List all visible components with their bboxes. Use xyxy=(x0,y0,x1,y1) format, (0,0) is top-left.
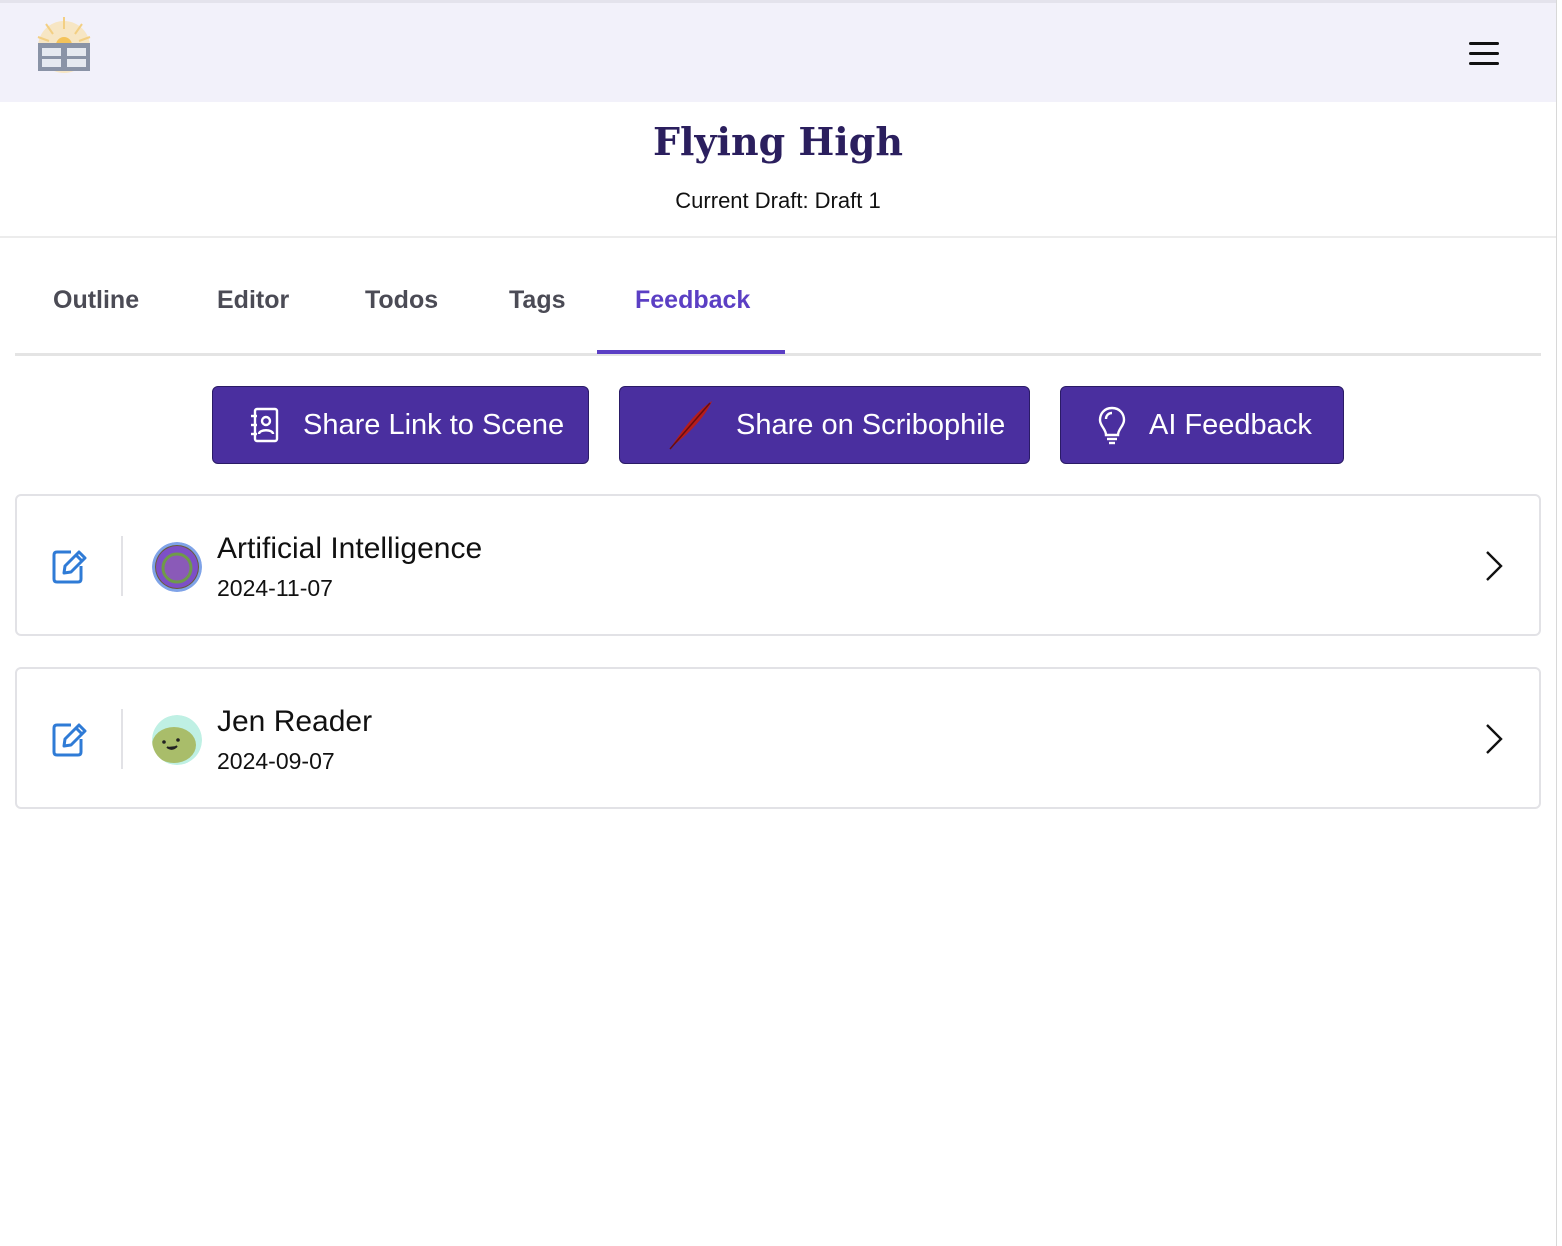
lightbulb-icon xyxy=(1097,405,1127,445)
ai-feedback-button[interactable]: AI Feedback xyxy=(1060,386,1344,464)
app-logo-icon[interactable] xyxy=(34,15,94,73)
share-link-label: Share Link to Scene xyxy=(303,408,565,441)
tab-editor[interactable]: Editor xyxy=(217,286,289,315)
reviewer-name: Artificial Intelligence xyxy=(217,532,483,565)
scene-title: Flying High xyxy=(653,119,903,164)
ai-avatar xyxy=(152,542,202,592)
share-scribophile-button[interactable]: Share on Scribophile xyxy=(619,386,1030,464)
reviewer-name: Jen Reader xyxy=(217,705,373,738)
edit-icon[interactable] xyxy=(51,546,87,584)
tab-todos[interactable]: Todos xyxy=(365,286,438,315)
feedback-card[interactable]: Artificial Intelligence 2024-11-07 xyxy=(15,494,1541,636)
feedback-date: 2024-11-07 xyxy=(217,575,333,601)
tab-feedback[interactable]: Feedback xyxy=(635,286,750,315)
scene-tabs: Outline Editor Todos Tags Feedback xyxy=(15,270,1541,356)
top-navbar xyxy=(0,0,1556,102)
ai-feedback-label: AI Feedback xyxy=(1149,408,1312,441)
chevron-right-icon[interactable] xyxy=(1481,548,1507,584)
quill-icon xyxy=(666,399,714,451)
chevron-right-icon[interactable] xyxy=(1481,721,1507,757)
contact-book-icon xyxy=(249,407,281,443)
share-link-button[interactable]: Share Link to Scene xyxy=(212,386,589,464)
tab-tags[interactable]: Tags xyxy=(509,286,566,315)
card-divider xyxy=(121,536,123,596)
share-scribophile-label: Share on Scribophile xyxy=(736,408,1006,441)
edit-icon[interactable] xyxy=(51,719,87,757)
active-tab-indicator xyxy=(597,350,785,354)
feedback-card[interactable]: Jen Reader 2024-09-07 xyxy=(15,667,1541,809)
feedback-date: 2024-09-07 xyxy=(217,748,335,774)
tab-outline[interactable]: Outline xyxy=(53,286,139,315)
smiley-avatar xyxy=(152,715,202,765)
card-divider xyxy=(121,709,123,769)
window-edge xyxy=(1556,0,1562,1246)
hamburger-menu-icon[interactable] xyxy=(1462,37,1506,73)
current-draft-label[interactable]: Current Draft: Draft 1 xyxy=(0,188,1556,214)
scene-header: Flying High Current Draft: Draft 1 xyxy=(0,102,1556,238)
